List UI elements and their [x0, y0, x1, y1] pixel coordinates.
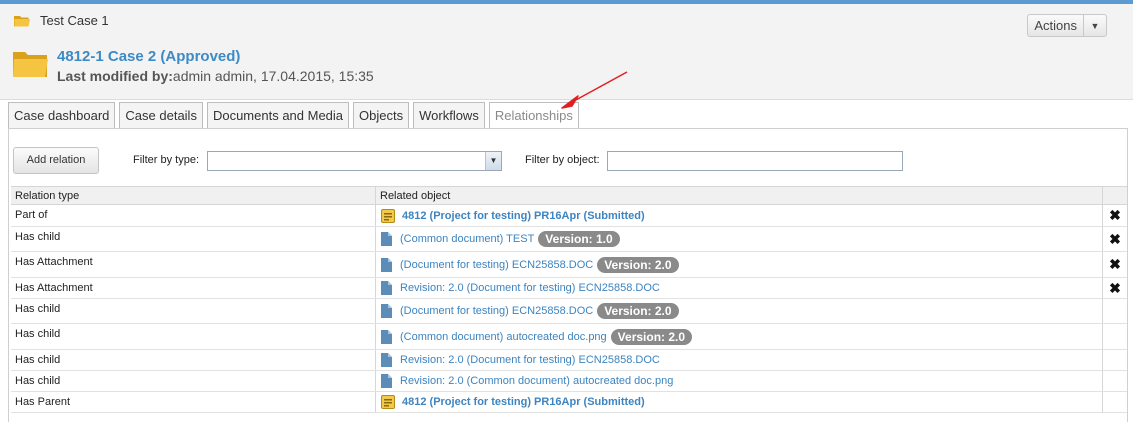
row-actions-cell: [1103, 371, 1127, 391]
related-object-link[interactable]: Revision: 2.0 (Document for testing) ECN…: [400, 282, 660, 294]
folder-icon: [14, 15, 30, 26]
add-relation-button[interactable]: Add relation: [13, 147, 99, 174]
relation-type-cell: Has child: [11, 350, 376, 370]
table-row: Has child (Common document) TEST Version: …: [11, 227, 1127, 252]
header-relation-type[interactable]: Relation type: [11, 187, 376, 204]
delete-icon[interactable]: ✖: [1109, 231, 1121, 248]
relation-type-cell: Has Parent: [11, 392, 376, 412]
tab-objects[interactable]: Objects: [353, 102, 410, 128]
last-modified: Last modified by:admin admin, 17.04.2015…: [57, 68, 374, 84]
row-actions-cell: [1103, 392, 1127, 412]
tab-bar: Case dashboard Case details Documents an…: [8, 102, 583, 129]
actions-button[interactable]: Actions ▼: [1027, 14, 1107, 37]
related-object-link[interactable]: 4812 (Project for testing) PR16Apr (Subm…: [402, 396, 645, 408]
related-object-link[interactable]: (Common document) TEST: [400, 233, 534, 245]
related-object-cell: (Document for testing) ECN25858.DOC Versi…: [376, 299, 1103, 323]
relations-toolbar: Add relation Filter by type: ▼ Filter by…: [9, 129, 1127, 184]
breadcrumb-label[interactable]: Test Case 1: [40, 13, 109, 28]
actions-label: Actions: [1028, 15, 1084, 36]
case-header: Test Case 1 Actions ▼ 4812-1 Case 2 (App…: [0, 4, 1133, 100]
related-object-link[interactable]: Revision: 2.0 (Common document) autocrea…: [400, 375, 673, 387]
related-object-link[interactable]: 4812 (Project for testing) PR16Apr (Subm…: [402, 210, 645, 222]
relation-type-cell: Has child: [11, 227, 376, 251]
related-object-cell: Revision: 2.0 (Document for testing) ECN…: [376, 278, 1103, 298]
relation-type-cell: Has child: [11, 371, 376, 391]
table-row: Has child (Common document) autocreated d…: [11, 324, 1127, 350]
delete-icon[interactable]: ✖: [1109, 280, 1121, 297]
case-title: 4812-1 Case 2 (Approved): [57, 48, 241, 65]
related-object-cell: (Common document) TEST Version: 1.0: [376, 227, 1103, 251]
related-object-cell: (Common document) autocreated doc.png Ver…: [376, 324, 1103, 349]
related-object-cell: Revision: 2.0 (Common document) autocrea…: [376, 371, 1103, 391]
row-actions-cell: ✖: [1103, 252, 1127, 277]
table-row: Has Parent 4812 (Project for testing) PR1…: [11, 392, 1127, 413]
row-actions-cell: ✖: [1103, 278, 1127, 298]
table-row: Part of 4812 (Project for testing) PR16Ap…: [11, 205, 1127, 227]
table-row: Has child Revision: 2.0 (Common document)…: [11, 371, 1127, 392]
document-icon: [381, 329, 392, 344]
row-actions-cell: [1103, 324, 1127, 349]
row-actions-cell: [1103, 350, 1127, 370]
row-actions-cell: [1103, 299, 1127, 323]
related-object-cell: Revision: 2.0 (Document for testing) ECN…: [376, 350, 1103, 370]
table-row: Has child Revision: 2.0 (Document for tes…: [11, 350, 1127, 371]
version-badge: Version: 2.0: [610, 328, 693, 345]
tab-case-details[interactable]: Case details: [119, 102, 203, 128]
related-object-link[interactable]: (Document for testing) ECN25858.DOC: [400, 259, 593, 271]
table-row: Has child (Document for testing) ECN25858…: [11, 299, 1127, 324]
related-object-link[interactable]: (Document for testing) ECN25858.DOC: [400, 305, 593, 317]
table-body: Part of 4812 (Project for testing) PR16Ap…: [11, 205, 1127, 413]
related-object-link[interactable]: Revision: 2.0 (Document for testing) ECN…: [400, 354, 660, 366]
document-icon: [381, 257, 392, 272]
version-badge: Version: 2.0: [597, 256, 679, 273]
table-row: Has Attachment Revision: 2.0 (Document fo…: [11, 278, 1127, 299]
delete-icon[interactable]: ✖: [1109, 207, 1121, 224]
relationships-panel: Add relation Filter by type: ▼ Filter by…: [8, 128, 1128, 422]
filter-object-input[interactable]: [607, 151, 903, 171]
document-icon: [381, 232, 392, 246]
filter-type-label: Filter by type:: [133, 154, 200, 166]
tab-case-dashboard[interactable]: Case dashboard: [8, 102, 116, 128]
version-badge: Version: 2.0: [597, 303, 679, 319]
caret-down-icon: ▼: [1090, 20, 1100, 31]
row-actions-cell: ✖: [1103, 205, 1127, 226]
relation-type-cell: Has child: [11, 299, 376, 323]
header-actions: [1103, 187, 1127, 204]
related-object-cell: 4812 (Project for testing) PR16Apr (Subm…: [376, 392, 1103, 412]
relation-type-cell: Has child: [11, 324, 376, 349]
last-modified-label: Last modified by:: [57, 68, 173, 84]
project-icon: [381, 395, 395, 409]
last-modified-value: admin admin, 17.04.2015, 15:35: [172, 68, 374, 84]
table-row: Has Attachment (Document for testing) ECN…: [11, 252, 1127, 278]
header-related-object[interactable]: Related object: [376, 187, 1103, 204]
row-actions-cell: ✖: [1103, 227, 1127, 251]
document-icon: [381, 353, 392, 367]
related-object-link[interactable]: (Common document) autocreated doc.png: [400, 331, 607, 343]
related-object-cell: (Document for testing) ECN25858.DOC Versi…: [376, 252, 1103, 277]
tab-workflows[interactable]: Workflows: [413, 102, 485, 128]
document-icon: [381, 374, 392, 388]
delete-icon[interactable]: ✖: [1109, 256, 1121, 273]
table-header: Relation type Related object: [11, 186, 1127, 205]
case-folder-icon: [13, 52, 48, 77]
relations-table: Relation type Related object Part of 4812…: [11, 186, 1127, 413]
document-icon: [381, 304, 392, 318]
filter-object-label: Filter by object:: [525, 154, 600, 166]
relation-type-cell: Has Attachment: [11, 278, 376, 298]
tab-relationships[interactable]: Relationships: [488, 102, 579, 129]
tab-documents-and-media[interactable]: Documents and Media: [206, 102, 350, 128]
filter-type-select[interactable]: ▼: [207, 151, 502, 171]
dropdown-arrow-icon[interactable]: ▼: [485, 152, 501, 170]
relation-type-cell: Has Attachment: [11, 252, 376, 277]
project-icon: [381, 208, 395, 223]
breadcrumb: Test Case 1: [14, 13, 109, 28]
document-icon: [381, 281, 392, 295]
related-object-cell: 4812 (Project for testing) PR16Apr (Subm…: [376, 205, 1103, 226]
relation-type-cell: Part of: [11, 205, 376, 226]
version-badge: Version: 1.0: [538, 231, 620, 247]
